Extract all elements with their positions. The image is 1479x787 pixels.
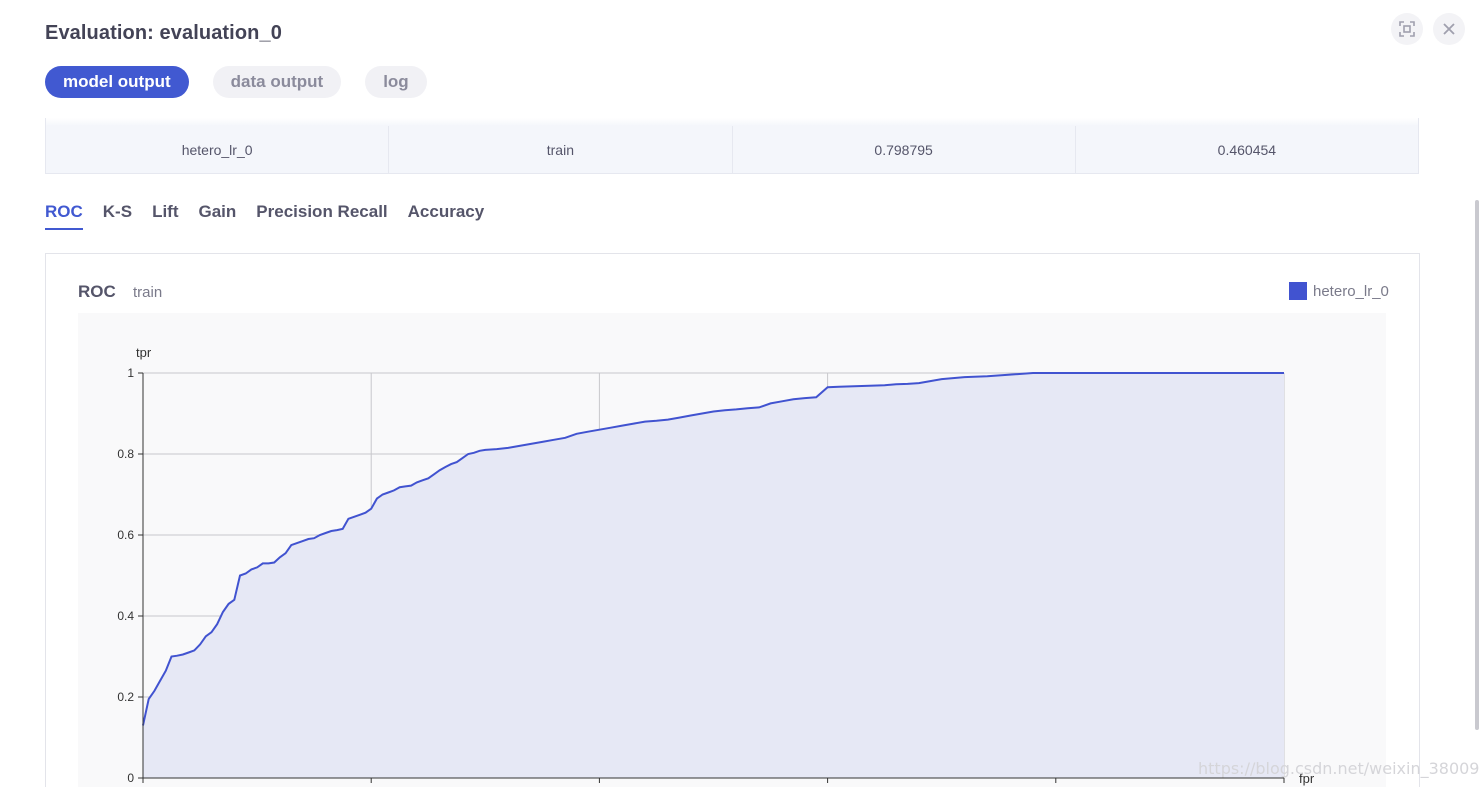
y-tick-label: 0.6 — [117, 528, 134, 542]
y-axis-label: tpr — [136, 345, 152, 360]
y-tick-label: 1 — [127, 366, 134, 380]
y-tick-label: 0 — [127, 771, 134, 785]
y-tick-label: 0.4 — [117, 609, 134, 623]
roc-chart: 10.80.60.40.20 tpr fpr — [117, 345, 1315, 786]
roc-area — [143, 373, 1284, 778]
y-tick-label: 0.8 — [117, 447, 134, 461]
evaluation-dialog: Evaluation: evaluation_0 model output da… — [0, 0, 1479, 787]
y-tick-label: 0.2 — [117, 690, 134, 704]
scrollbar[interactable] — [1475, 200, 1479, 730]
watermark: https://blog.csdn.net/weixin_38009252 — [1198, 759, 1479, 778]
